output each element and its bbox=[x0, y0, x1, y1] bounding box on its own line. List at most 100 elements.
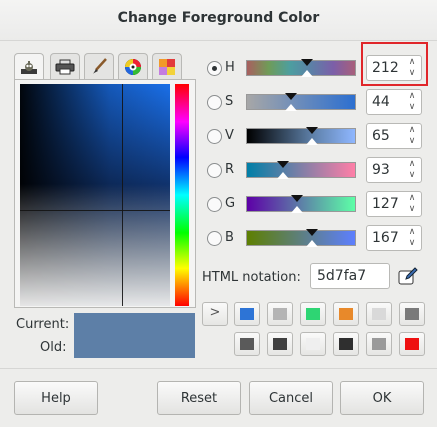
slider-marker bbox=[291, 206, 303, 213]
tab-watercolor-selector[interactable] bbox=[84, 53, 114, 80]
hue-strip[interactable] bbox=[175, 84, 189, 306]
channel-label-b: B bbox=[225, 230, 234, 245]
ok-button[interactable]: OK bbox=[340, 381, 424, 415]
slider-marker bbox=[306, 229, 318, 236]
channel-slider-v[interactable] bbox=[246, 127, 356, 145]
history-color-button[interactable] bbox=[267, 302, 293, 326]
history-color-button[interactable] bbox=[366, 332, 392, 356]
channel-label-r: R bbox=[225, 162, 235, 177]
channel-slider-b[interactable] bbox=[246, 229, 356, 247]
channel-slider-s[interactable] bbox=[246, 93, 356, 111]
channel-radio-g[interactable] bbox=[207, 197, 222, 212]
decrement-arrow-icon[interactable]: ∨ bbox=[406, 204, 418, 215]
history-expander-button[interactable]: > bbox=[202, 302, 228, 326]
channel-label-s: S bbox=[225, 94, 234, 109]
history-color-swatch bbox=[339, 308, 353, 320]
tab-cmyk-selector[interactable] bbox=[50, 53, 80, 80]
slider-marker bbox=[306, 127, 318, 134]
reset-button[interactable]: Reset bbox=[157, 381, 241, 415]
channel-label-v: V bbox=[225, 128, 234, 143]
channel-value: 93 bbox=[372, 162, 390, 178]
cancel-button[interactable]: Cancel bbox=[249, 381, 333, 415]
increment-arrow-icon[interactable]: ∧ bbox=[406, 91, 418, 102]
decrement-arrow-icon[interactable]: ∨ bbox=[406, 136, 418, 147]
channel-value: 127 bbox=[372, 196, 399, 212]
tab-gimp-selector[interactable] bbox=[14, 53, 44, 82]
history-color-swatch bbox=[306, 308, 320, 320]
palette-icon bbox=[159, 59, 175, 75]
history-color-button[interactable] bbox=[300, 332, 326, 356]
channel-slider-h[interactable] bbox=[246, 59, 356, 77]
history-color-button[interactable] bbox=[333, 302, 359, 326]
decrement-arrow-icon[interactable]: ∨ bbox=[406, 238, 418, 249]
current-color-swatch bbox=[74, 313, 195, 336]
history-color-swatch bbox=[273, 308, 287, 320]
history-color-button[interactable] bbox=[234, 332, 260, 356]
help-button[interactable]: Help bbox=[14, 381, 98, 415]
gimp-wilber-icon bbox=[21, 61, 37, 74]
sv-light-overlay bbox=[20, 84, 170, 306]
eyedropper-button[interactable] bbox=[398, 266, 418, 286]
channel-slider-r[interactable] bbox=[246, 161, 356, 179]
html-notation-value: 5d7fa7 bbox=[317, 268, 367, 284]
history-color-button[interactable] bbox=[267, 332, 293, 356]
channel-radio-r[interactable] bbox=[207, 163, 222, 178]
slider-marker bbox=[306, 240, 318, 247]
history-color-swatch bbox=[240, 308, 254, 320]
channel-value: 167 bbox=[372, 230, 399, 246]
tab-palette-selector[interactable] bbox=[152, 53, 182, 80]
current-label: Current: bbox=[16, 317, 70, 332]
color-picker-panel bbox=[14, 79, 196, 308]
saturation-value-area[interactable] bbox=[20, 84, 170, 306]
decrement-arrow-icon[interactable]: ∨ bbox=[406, 170, 418, 181]
channel-label-h: H bbox=[225, 60, 235, 75]
color-selector-tabs bbox=[14, 53, 194, 82]
slider-marker bbox=[285, 93, 297, 100]
slider-marker bbox=[277, 172, 289, 179]
slider-marker bbox=[306, 138, 318, 145]
eyedropper-icon bbox=[398, 267, 418, 285]
history-color-swatch bbox=[372, 338, 386, 350]
channel-spinbutton-g[interactable]: 127 ∧ ∨ bbox=[366, 191, 422, 217]
html-notation-input[interactable]: 5d7fa7 bbox=[310, 263, 390, 289]
history-color-swatch bbox=[306, 338, 320, 350]
hue-value-highlight bbox=[361, 42, 428, 86]
history-color-button[interactable] bbox=[234, 302, 260, 326]
channel-value: 44 bbox=[372, 94, 390, 110]
increment-arrow-icon[interactable]: ∧ bbox=[406, 193, 418, 204]
channel-spinbutton-b[interactable]: 167 ∧ ∨ bbox=[366, 225, 422, 251]
channel-spinbutton-v[interactable]: 65 ∧ ∨ bbox=[366, 123, 422, 149]
increment-arrow-icon[interactable]: ∧ bbox=[406, 227, 418, 238]
history-color-button[interactable] bbox=[333, 332, 359, 356]
old-color-swatch[interactable] bbox=[74, 336, 195, 358]
history-color-button[interactable] bbox=[399, 332, 425, 356]
history-color-button[interactable] bbox=[366, 302, 392, 326]
html-notation-label: HTML notation: bbox=[202, 270, 301, 285]
printer-cmyk-icon bbox=[55, 59, 75, 75]
channel-spinbutton-r[interactable]: 93 ∧ ∨ bbox=[366, 157, 422, 183]
button-separator bbox=[0, 368, 437, 369]
channel-label-g: G bbox=[225, 196, 236, 211]
watercolor-brush-icon bbox=[92, 58, 107, 75]
sv-crosshair-horizontal bbox=[20, 210, 170, 211]
slider-marker bbox=[291, 195, 303, 202]
channel-spinbutton-s[interactable]: 44 ∧ ∨ bbox=[366, 89, 422, 115]
history-color-swatch bbox=[240, 338, 254, 350]
increment-arrow-icon[interactable]: ∧ bbox=[406, 125, 418, 136]
channel-radio-s[interactable] bbox=[207, 95, 222, 110]
channel-slider-g[interactable] bbox=[246, 195, 356, 213]
channel-radio-h[interactable] bbox=[207, 61, 222, 76]
dialog-title: Change Foreground Color bbox=[117, 10, 320, 26]
decrement-arrow-icon[interactable]: ∨ bbox=[406, 102, 418, 113]
increment-arrow-icon[interactable]: ∧ bbox=[406, 159, 418, 170]
slider-marker bbox=[301, 59, 313, 66]
tab-wheel-selector[interactable] bbox=[118, 53, 148, 80]
history-color-swatch bbox=[372, 308, 386, 320]
slider-marker bbox=[301, 70, 313, 77]
history-color-swatch bbox=[273, 338, 287, 350]
channel-radio-v[interactable] bbox=[207, 129, 222, 144]
history-color-button[interactable] bbox=[399, 302, 425, 326]
history-color-button[interactable] bbox=[300, 302, 326, 326]
channel-radio-b[interactable] bbox=[207, 231, 222, 246]
slider-marker bbox=[277, 161, 289, 168]
